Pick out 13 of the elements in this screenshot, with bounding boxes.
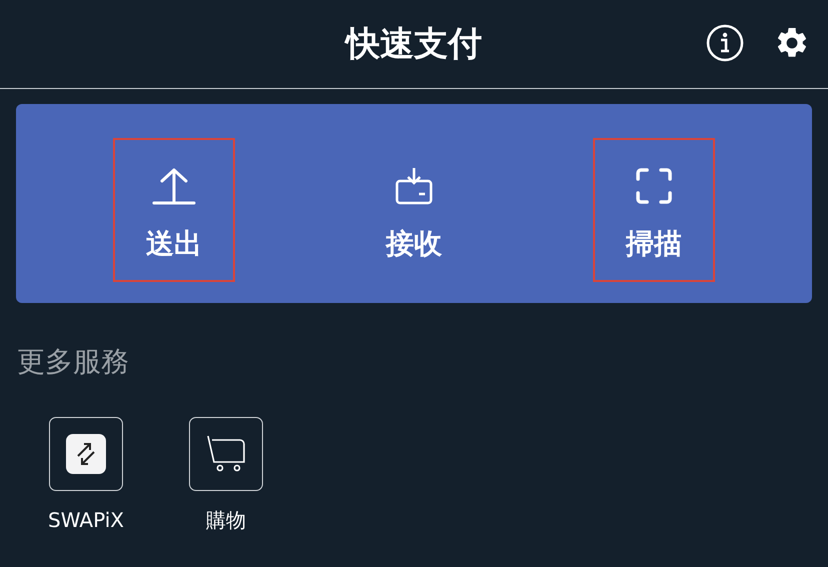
section-heading: 更多服務 <box>17 344 130 380</box>
info-icon[interactable] <box>706 24 744 62</box>
action-button[interactable]: 掃描 <box>593 138 715 282</box>
send-icon <box>152 167 196 205</box>
service-label[interactable]: SWAPiX <box>48 505 124 535</box>
swap-icon <box>66 434 106 474</box>
page-title: 快速支付 <box>346 22 482 66</box>
service-tile[interactable] <box>49 417 123 491</box>
action-button[interactable]: 送出 <box>113 138 235 282</box>
action-button[interactable]: 接收 <box>353 138 475 282</box>
cart-icon <box>205 434 247 474</box>
service-tile[interactable] <box>189 417 263 491</box>
service-label[interactable]: 購物 <box>206 505 246 535</box>
